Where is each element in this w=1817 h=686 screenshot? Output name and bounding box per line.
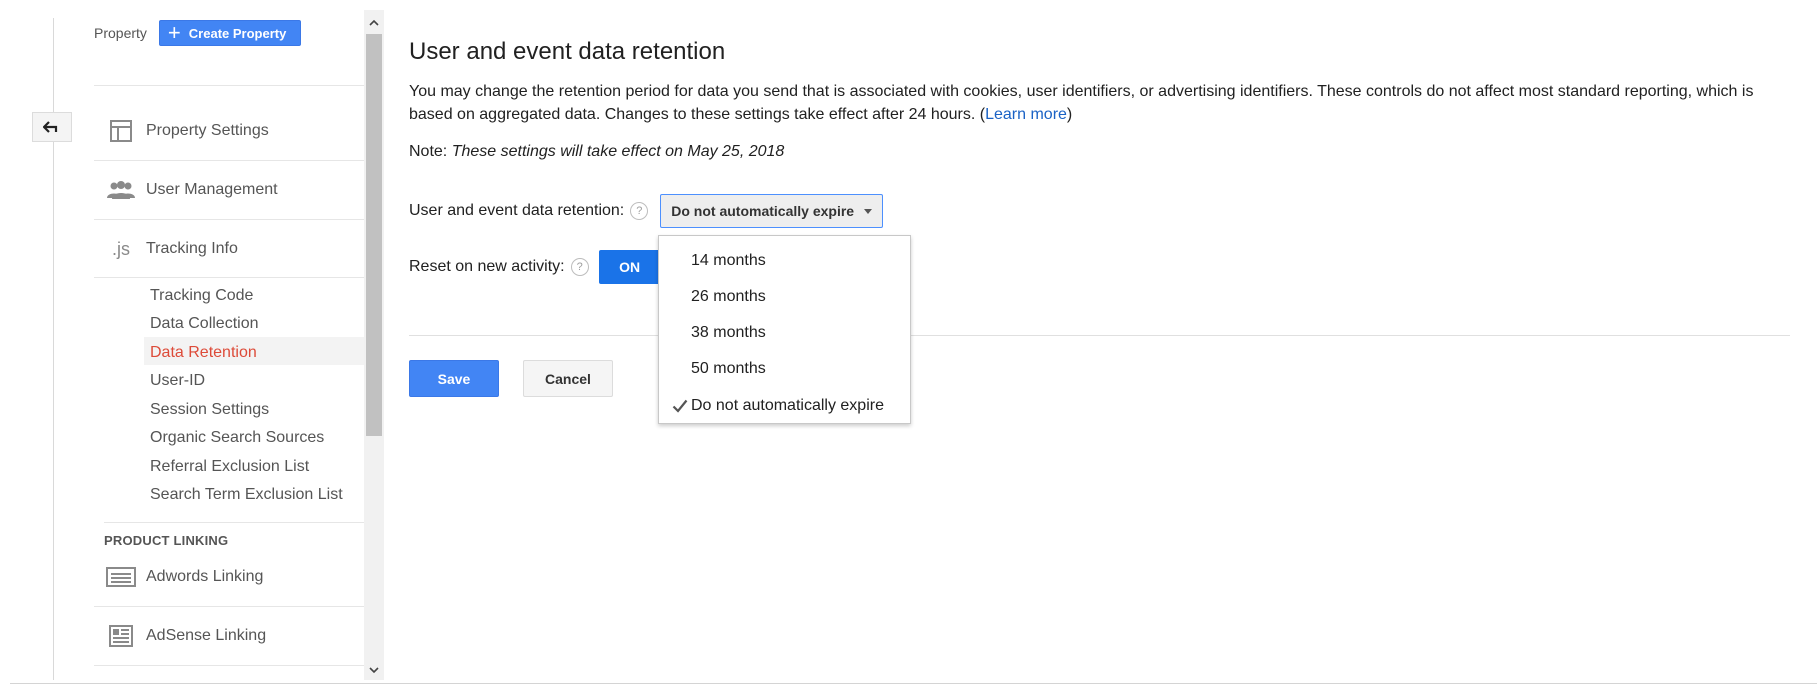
sidebar-item-adsense-linking[interactable]: AdSense Linking: [94, 607, 364, 665]
menu-item-26-months[interactable]: 26 months: [659, 282, 910, 312]
menu-item-label: 26 months: [691, 288, 766, 305]
retention-dropdown-menu: 14 months 26 months 38 months 50 months …: [658, 235, 911, 424]
create-property-button[interactable]: + Create Property: [158, 20, 302, 46]
retention-select[interactable]: Do not automatically expire: [660, 194, 884, 228]
menu-item-38-months[interactable]: 38 months: [659, 318, 910, 348]
menu-item-label: Do not automatically expire: [691, 397, 884, 414]
js-icon: .js: [112, 238, 130, 259]
sidebar-item-label: User Management: [146, 181, 278, 198]
divider: [409, 335, 1790, 336]
property-header: Property + Create Property: [94, 20, 302, 46]
plus-icon: +: [167, 20, 181, 45]
help-icon[interactable]: ?: [630, 202, 649, 220]
sub-item-user-id[interactable]: User-ID: [150, 372, 205, 390]
caret-down-icon: [864, 208, 873, 214]
divider: [94, 665, 364, 666]
sidebar-item-tracking-info[interactable]: .js Tracking Info: [94, 220, 364, 278]
create-property-label: Create Property: [188, 25, 287, 41]
divider: [104, 522, 364, 523]
sidebar-item-adwords-linking[interactable]: Adwords Linking: [94, 548, 364, 606]
sub-item-tracking-code[interactable]: Tracking Code: [150, 287, 253, 305]
retention-label: User and event data retention:: [409, 202, 625, 219]
sub-item-session-settings[interactable]: Session Settings: [150, 401, 269, 419]
menu-item-50-months[interactable]: 50 months: [659, 354, 910, 384]
retention-row: User and event data retention: ? Do not …: [409, 194, 884, 228]
adwords-icon: [106, 562, 136, 592]
checkmark-icon: [659, 399, 691, 413]
sidebar-item-property-settings[interactable]: Property Settings: [94, 102, 364, 160]
users-icon: [106, 175, 136, 205]
note: Note: These settings will take effect on…: [409, 143, 784, 161]
adsense-icon: [106, 621, 136, 651]
bottom-border: [10, 683, 1817, 684]
section-title-product-linking: PRODUCT LINKING: [104, 533, 229, 548]
menu-item-do-not-expire[interactable]: Do not automatically expire: [659, 391, 910, 421]
back-button[interactable]: [32, 112, 72, 142]
sidebar-scrollbar[interactable]: [364, 10, 384, 680]
menu-item-label: 50 months: [691, 360, 766, 377]
menu-item-label: 38 months: [691, 324, 766, 341]
save-button[interactable]: Save: [409, 360, 499, 397]
sub-item-data-retention[interactable]: Data Retention: [150, 344, 257, 362]
help-icon[interactable]: ?: [570, 258, 589, 276]
retention-select-value: Do not automatically expire: [671, 203, 855, 219]
sub-item-search-term-exclusion-list[interactable]: Search Term Exclusion List: [150, 486, 343, 504]
note-text: These settings will take effect on May 2…: [451, 143, 785, 160]
description-text: You may change the retention period for …: [409, 83, 1754, 123]
sidebar-item-label: Adwords Linking: [146, 568, 264, 585]
sub-item-referral-exclusion-list[interactable]: Referral Exclusion List: [150, 458, 309, 476]
property-label: Property: [94, 25, 147, 41]
description-end: ): [1066, 106, 1073, 123]
divider: [94, 277, 364, 278]
cancel-button[interactable]: Cancel: [523, 360, 613, 397]
page-description: You may change the retention period for …: [409, 80, 1789, 126]
menu-item-14-months[interactable]: 14 months: [659, 246, 910, 276]
learn-more-link[interactable]: Learn more: [985, 106, 1067, 123]
sidebar-item-label: Property Settings: [146, 122, 269, 139]
layout-icon: [106, 116, 136, 146]
scroll-thumb[interactable]: [366, 34, 382, 436]
scroll-down-icon[interactable]: [364, 660, 384, 680]
sub-item-data-collection[interactable]: Data Collection: [150, 315, 259, 333]
divider: [94, 85, 364, 86]
back-arrow-icon: [43, 121, 58, 133]
sidebar-item-user-management[interactable]: User Management: [94, 161, 364, 219]
reset-label: Reset on new activity:: [409, 258, 565, 275]
sidebar-item-label: Tracking Info: [146, 240, 238, 257]
scroll-up-icon[interactable]: [364, 12, 384, 32]
sidebar-item-label: AdSense Linking: [146, 627, 267, 644]
sub-item-organic-search-sources[interactable]: Organic Search Sources: [150, 429, 324, 447]
sidebar: Property + Create Property Property Sett…: [94, 0, 364, 683]
page-title: User and event data retention: [409, 38, 726, 65]
reset-toggle[interactable]: ON: [598, 250, 661, 284]
note-label: Note:: [409, 143, 452, 160]
menu-item-label: 14 months: [691, 252, 766, 269]
reset-row: Reset on new activity: ? ON: [409, 250, 661, 284]
